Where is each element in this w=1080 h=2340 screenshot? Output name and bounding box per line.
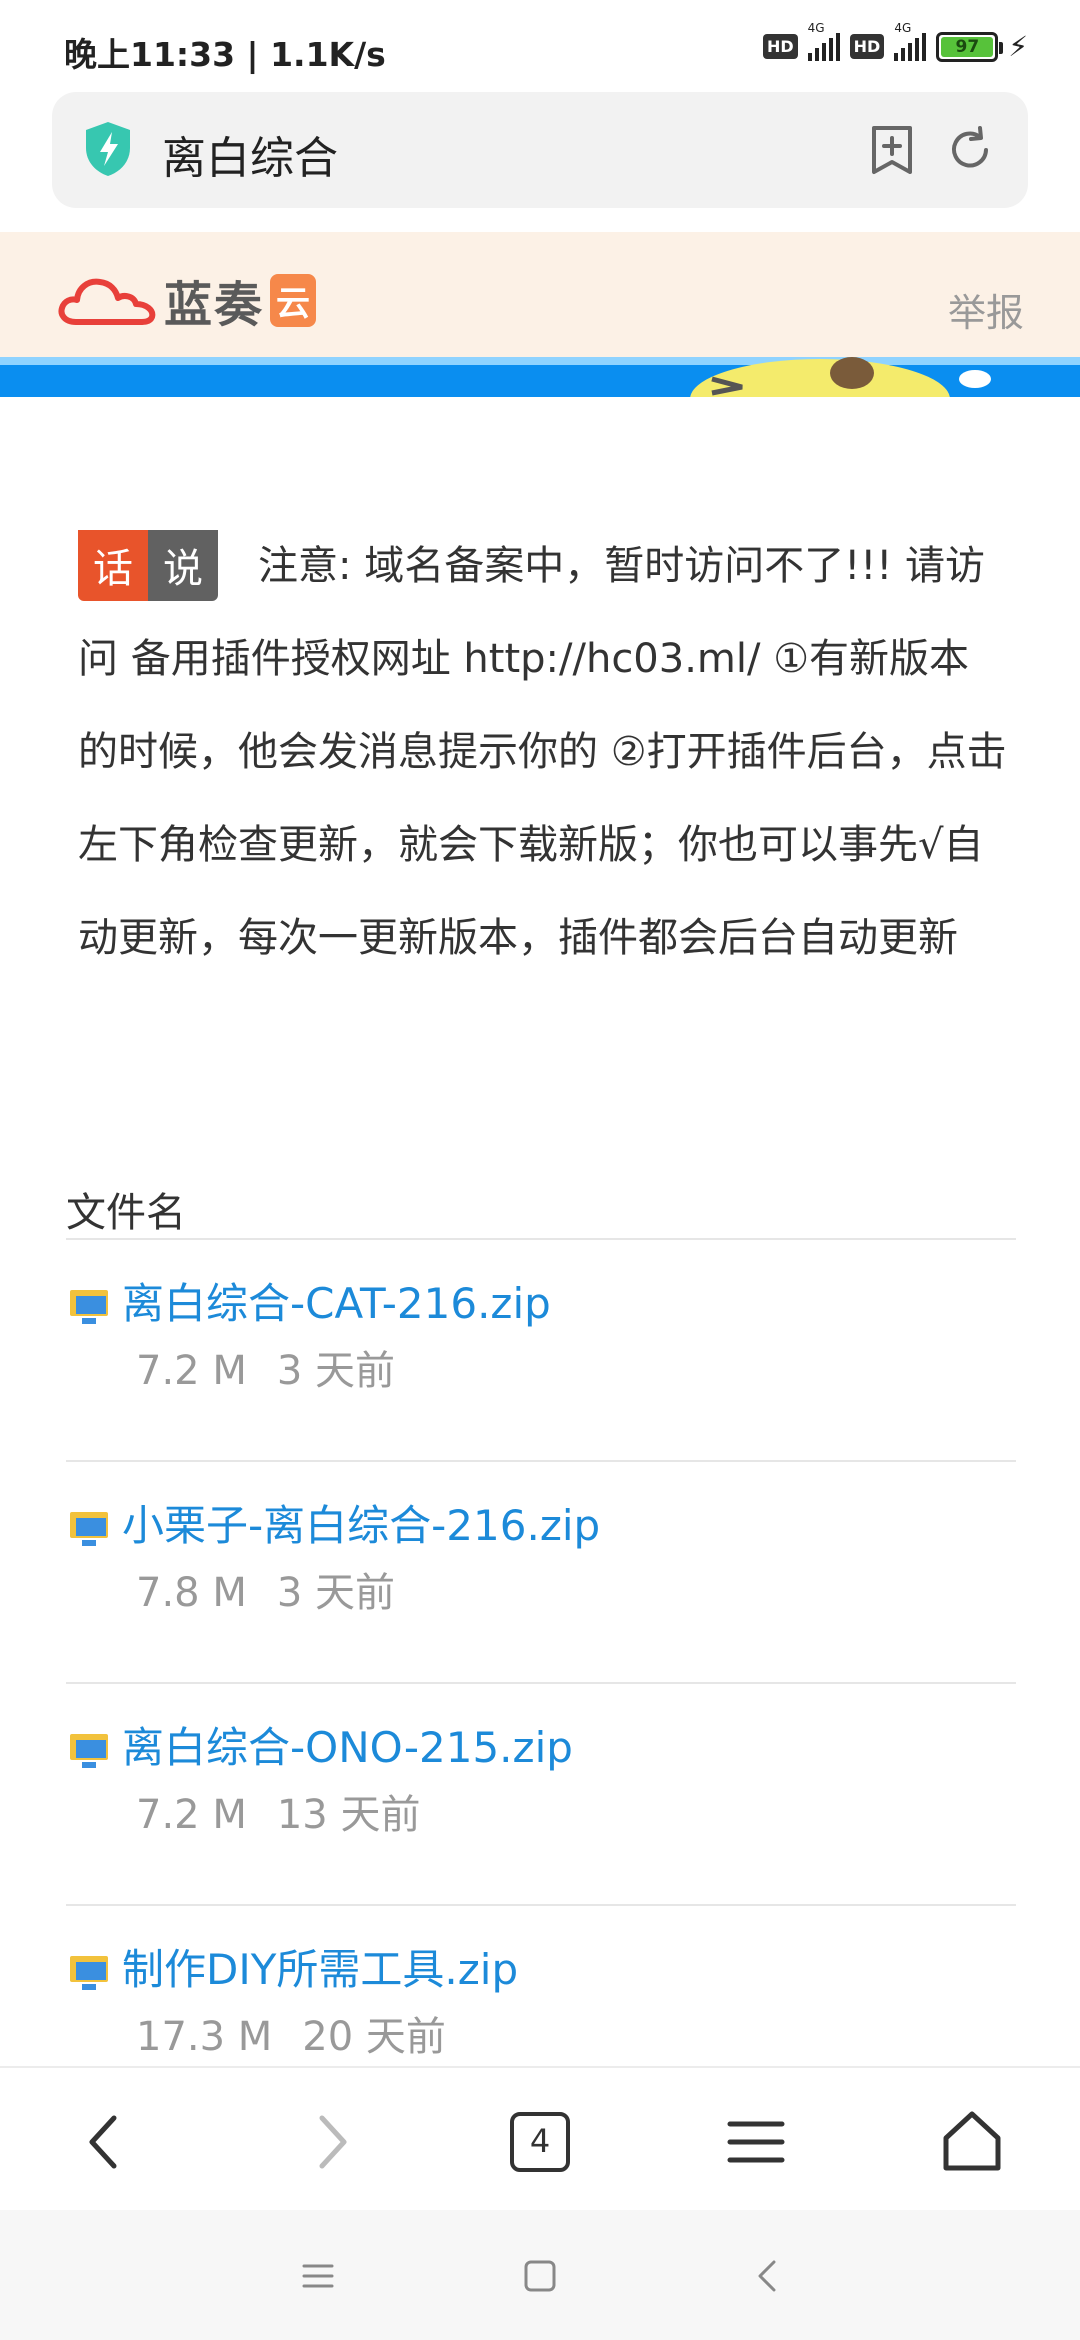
file-size: 7.2 M [136, 1792, 247, 1838]
file-size: 17.3 M [136, 2014, 273, 2060]
notice-text: 话说注意: 域名备案中，暂时访问不了!!! 请访问 备用插件授权网址 http:… [78, 520, 1008, 985]
logo-text: 蓝奏 [164, 277, 265, 333]
file-computer-icon [70, 1512, 108, 1546]
status-indicators: HD 4G HD 4G 97 ⚡ [762, 21, 1028, 63]
system-back-icon[interactable] [746, 2254, 790, 2298]
menu-icon[interactable] [716, 2102, 796, 2182]
signal-icon-2: 4G [894, 21, 927, 61]
file-time: 13 天前 [276, 1792, 421, 1838]
system-home-icon[interactable] [518, 2254, 562, 2298]
home-icon[interactable] [932, 2102, 1012, 2182]
file-meta: 7.2 M 13 天前 [136, 1782, 450, 1840]
charging-icon: ⚡ [1008, 30, 1028, 63]
file-item[interactable]: 小栗子-离白综合-216.zip 7.8 M 3 天前 [66, 1462, 1016, 1684]
recent-apps-icon[interactable] [296, 2254, 340, 2298]
browser-bottom-toolbar: 4 [0, 2066, 1080, 2210]
status-time: 晚上11:33 | 1.1K/s [64, 35, 386, 74]
tag-part-1: 话 [78, 530, 148, 601]
file-name-link[interactable]: 离白综合-ONO-215.zip [122, 1714, 573, 1775]
hd-icon-2: HD [849, 34, 885, 59]
file-item[interactable]: 离白综合-CAT-216.zip 7.2 M 3 天前 [66, 1240, 1016, 1462]
battery-level: 97 [941, 36, 994, 57]
tag-part-2: 说 [148, 530, 218, 601]
site-logo[interactable]: 蓝奏 云 [58, 270, 317, 333]
report-link[interactable]: 举报 [948, 282, 1024, 337]
refresh-icon[interactable] [940, 120, 1000, 180]
file-computer-icon [70, 1956, 108, 1990]
network-type-label-2: 4G [894, 20, 912, 35]
file-time: 3 天前 [276, 1348, 396, 1394]
file-name-link[interactable]: 小栗子-离白综合-216.zip [122, 1492, 600, 1553]
file-computer-icon [70, 1290, 108, 1324]
system-navigation-bar [0, 2210, 1080, 2340]
tabs-button[interactable]: 4 [500, 2102, 580, 2182]
back-icon[interactable] [66, 2102, 146, 2182]
notice-body: 注意: 域名备案中，暂时访问不了!!! 请访问 备用插件授权网址 http://… [78, 543, 1007, 961]
page-title[interactable]: 离白综合 [162, 122, 338, 186]
bookmark-add-icon[interactable] [862, 120, 922, 180]
logo-yun: 云 [270, 273, 317, 327]
file-time: 20 天前 [302, 2014, 446, 2060]
site-header: 蓝奏 云 举报 [0, 232, 1080, 357]
file-item[interactable]: 离白综合-ONO-215.zip 7.2 M 13 天前 [66, 1684, 1016, 1906]
file-meta: 17.3 M 20 天前 [136, 2004, 476, 2062]
file-meta: 7.8 M 3 天前 [136, 1560, 425, 1618]
network-type-label: 4G [807, 20, 825, 35]
signal-icon: 4G [807, 21, 840, 61]
file-name-link[interactable]: 制作DIY所需工具.zip [122, 1936, 518, 1997]
shield-icon [86, 122, 130, 176]
status-bar: 晚上11:33 | 1.1K/s HD 4G HD 4G 97 ⚡ [0, 0, 1080, 92]
file-meta: 7.2 M 3 天前 [136, 1338, 425, 1396]
file-size: 7.8 M [136, 1570, 247, 1616]
tab-count: 4 [529, 2122, 551, 2160]
file-computer-icon [70, 1734, 108, 1768]
battery-icon: 97 [936, 31, 1004, 62]
file-name-link[interactable]: 离白综合-CAT-216.zip [122, 1270, 551, 1331]
hd-icon: HD [762, 34, 798, 59]
forward-icon[interactable] [290, 2102, 370, 2182]
address-bar[interactable]: 离白综合 [52, 92, 1028, 208]
banner-mascot-image [690, 357, 991, 397]
file-list-header: 文件名 [66, 1180, 1016, 1240]
file-size: 7.2 M [136, 1348, 247, 1394]
banner-strip [0, 357, 1080, 397]
cloud-logo-icon [58, 278, 156, 325]
notice-tag: 话说 [78, 523, 218, 601]
file-time: 3 天前 [276, 1570, 396, 1616]
